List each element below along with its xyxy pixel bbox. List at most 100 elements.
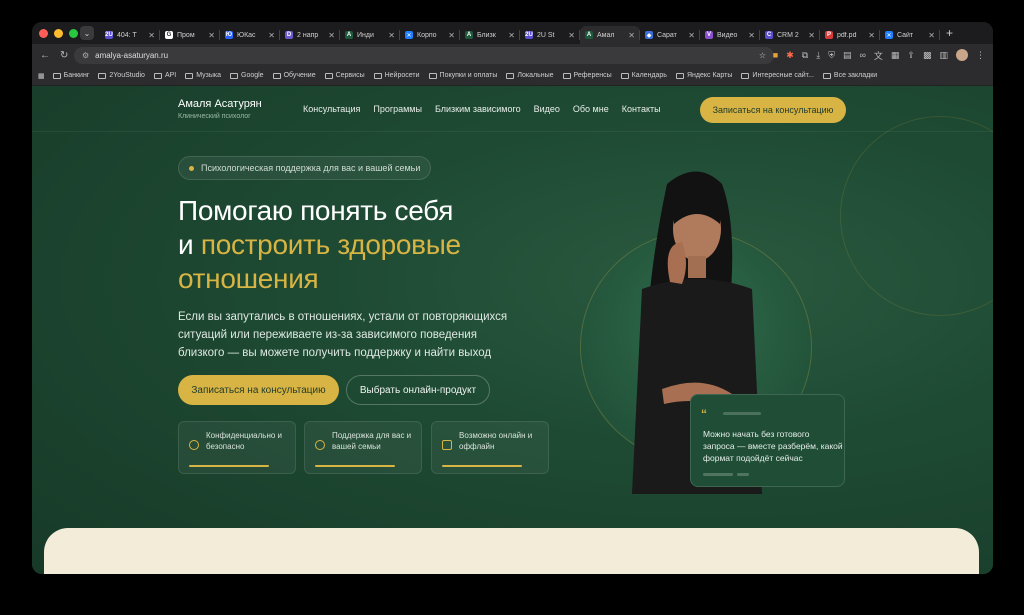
tab-close-icon[interactable]: ✕ — [688, 31, 695, 40]
browser-tab[interactable]: ✕ Корпо ✕ — [400, 26, 460, 44]
tab-close-icon[interactable]: ✕ — [508, 31, 515, 40]
address-bar[interactable]: ⚙ amalya-asaturyan.ru ☆ — [74, 47, 774, 64]
more-menu-icon[interactable]: ⋮ — [976, 50, 985, 61]
bookmark-item[interactable]: Все закладки — [822, 72, 877, 79]
feature-accent-bar — [315, 465, 395, 467]
bookmark-item[interactable]: Google — [230, 72, 264, 79]
bookmark-item[interactable]: Обучение — [272, 72, 316, 79]
site-info-icon[interactable]: ⚙ — [82, 51, 89, 60]
bookmark-item[interactable]: Покупки и оплаты — [428, 72, 497, 79]
tab-title: 2U St — [537, 31, 555, 39]
tab-close-icon[interactable]: ✕ — [328, 31, 335, 40]
extension-icon[interactable]: ✱ — [786, 50, 794, 61]
maximize-window-icon[interactable] — [69, 28, 78, 38]
extension-icon[interactable]: ▦ — [891, 50, 900, 61]
share-icon[interactable]: ⇪ — [907, 50, 915, 61]
bookmark-label: Референсы — [573, 72, 612, 79]
nav-link[interactable]: Близким зависимого — [435, 104, 521, 114]
bookmark-item[interactable]: Интересные сайт... — [741, 72, 814, 79]
tab-close-icon[interactable]: ✕ — [448, 31, 455, 40]
bookmark-item[interactable]: Яндекс Карты — [675, 72, 732, 79]
tab-favicon-icon: ✕ — [885, 31, 893, 39]
bookmark-item[interactable]: Музыка — [185, 72, 221, 79]
bookmark-item[interactable]: API — [153, 72, 176, 79]
tab-favicon-icon: A — [345, 31, 353, 39]
qr-icon[interactable]: ▩ — [923, 50, 932, 61]
tab-search-icon[interactable]: ⌄ — [80, 26, 94, 40]
choose-online-product-button[interactable]: Выбрать онлайн-продукт — [346, 375, 490, 405]
hero-book-consultation-button[interactable]: Записаться на консультацию — [178, 375, 339, 405]
tab-close-icon[interactable]: ✕ — [928, 31, 935, 40]
sidepanel-icon[interactable]: ▥ — [939, 50, 948, 61]
browser-tab[interactable]: A Амал ✕ — [580, 26, 640, 44]
back-icon[interactable]: ← — [40, 50, 50, 61]
nav-link[interactable]: Видео — [534, 104, 560, 114]
bookmark-label: Нейросети — [384, 72, 420, 79]
clock-icon — [189, 440, 199, 450]
bookmark-item[interactable]: Календарь — [620, 72, 667, 79]
close-window-icon[interactable] — [39, 28, 48, 38]
tab-close-icon[interactable]: ✕ — [268, 31, 275, 40]
people-icon — [315, 440, 325, 450]
extensions-puzzle-icon[interactable]: ⧉ — [802, 50, 808, 61]
link-icon[interactable]: ∞ — [859, 50, 865, 60]
tab-close-icon[interactable]: ✕ — [748, 31, 755, 40]
tab-close-icon[interactable]: ✕ — [148, 31, 155, 40]
minimize-window-icon[interactable] — [54, 28, 63, 38]
browser-tab[interactable]: G Пром ✕ — [160, 26, 220, 44]
tab-close-icon[interactable]: ✕ — [868, 31, 875, 40]
bookmark-item[interactable]: Локальные — [506, 72, 554, 79]
feature-card: Возможно онлайн и оффлайн — [431, 421, 549, 474]
browser-tab[interactable]: A Близк ✕ — [460, 26, 520, 44]
nav-link[interactable]: Контакты — [622, 104, 661, 114]
browser-tab[interactable]: Ppdf.pd ✕ — [820, 26, 880, 44]
browser-tab[interactable]: D 2 напр ✕ — [280, 26, 340, 44]
extension-icon[interactable]: ■ — [773, 50, 778, 60]
tab-close-icon[interactable]: ✕ — [208, 31, 215, 40]
tab-title: Сайт — [897, 31, 914, 39]
bookmark-item[interactable]: Сервисы — [324, 72, 365, 79]
browser-tab[interactable]: 2U 404: T ✕ — [100, 26, 160, 44]
hero-title-accent: отношения — [178, 263, 319, 294]
apps-icon[interactable]: ▦ — [38, 72, 45, 80]
feature-card: Поддержка для вас и вашей семьи — [304, 421, 422, 474]
nav-link[interactable]: Программы — [373, 104, 422, 114]
tab-close-icon[interactable]: ✕ — [628, 31, 635, 40]
bookmark-item[interactable]: Нейросети — [373, 72, 420, 79]
tab-close-icon[interactable]: ✕ — [388, 31, 395, 40]
download-icon[interactable]: ⤓ — [816, 50, 820, 61]
folder-icon — [98, 72, 107, 79]
browser-tab[interactable]: V Видео ✕ — [700, 26, 760, 44]
book-consultation-button[interactable]: Записаться на консультацию — [700, 97, 846, 123]
bookmark-label: Локальные — [517, 72, 554, 79]
browser-tab[interactable]: Ю ЮКас ✕ — [220, 26, 280, 44]
browser-tab[interactable]: 2U 2U St ✕ — [520, 26, 580, 44]
browser-tab[interactable]: ✕ Сайт ✕ — [880, 26, 940, 44]
extension-icon[interactable]: ▤ — [843, 50, 852, 61]
nav-link[interactable]: Обо мне — [573, 104, 609, 114]
avatar[interactable] — [956, 49, 968, 61]
hero-title-part: и — [178, 229, 201, 260]
bookmark-item[interactable]: Референсы — [562, 72, 612, 79]
bookmark-star-icon[interactable]: ☆ — [759, 51, 766, 60]
tab-close-icon[interactable]: ✕ — [568, 31, 575, 40]
new-tab-button[interactable]: + — [946, 26, 953, 40]
browser-tab[interactable]: C CRM 2 ✕ — [760, 26, 820, 44]
tab-list: 2U 404: T ✕ G Пром ✕ Ю ЮКас ✕ D 2 напр ✕ A Инди ✕ ✕ Корп… — [100, 22, 940, 44]
tab-close-icon[interactable]: ✕ — [808, 31, 815, 40]
folder-icon — [675, 72, 684, 79]
hero-title: Помогаю понять себя и построить здоровые… — [178, 194, 461, 296]
reload-icon[interactable]: ↻ — [60, 50, 68, 61]
feature-text: Конфиденциально и безопасно — [206, 431, 283, 451]
bookmark-item[interactable]: Банкинг — [52, 72, 89, 79]
quote-decor-line — [723, 412, 761, 415]
translate-icon[interactable]: 文 — [874, 49, 883, 62]
browser-tab[interactable]: ◆ Сарат ✕ — [640, 26, 700, 44]
browser-tab[interactable]: A Инди ✕ — [340, 26, 400, 44]
quote-decor-bar — [703, 473, 733, 476]
folder-icon — [506, 72, 515, 79]
site-brand[interactable]: Амаля Асатурян — [178, 98, 262, 110]
extension-icon[interactable]: ⛨ — [828, 50, 835, 61]
bookmark-item[interactable]: 2YouStudio — [98, 72, 145, 79]
nav-link[interactable]: Консультация — [303, 104, 360, 114]
